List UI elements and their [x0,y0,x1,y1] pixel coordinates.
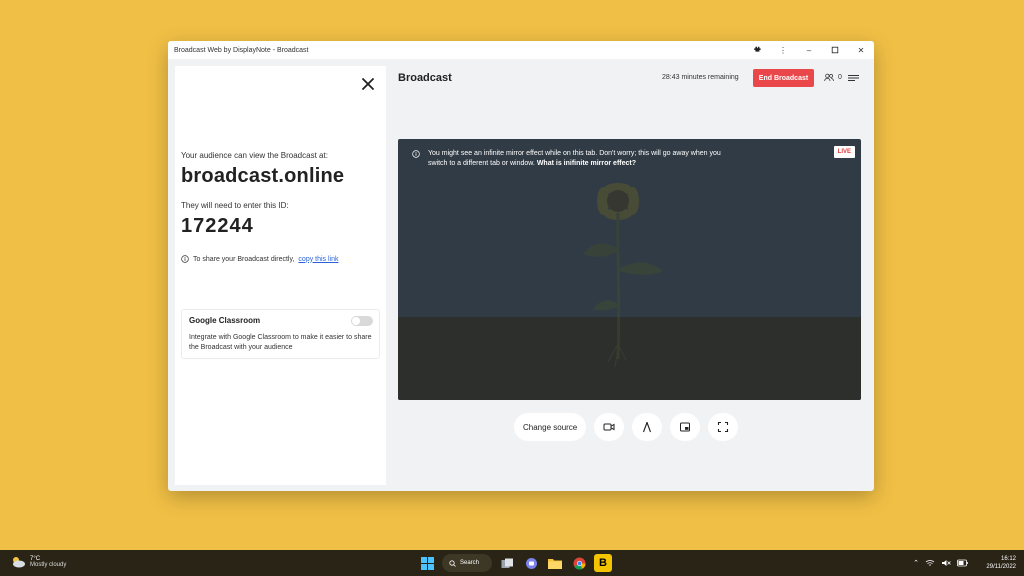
fullscreen-icon [718,421,729,433]
audience-label: Your audience can view the Broadcast at: [181,151,328,160]
app-window: Broadcast Web by DisplayNote - Broadcast… [168,41,874,491]
google-classroom-card: Google Classroom Integrate with Google C… [181,309,380,359]
time-remaining: 28:43 minutes remaining [662,74,739,81]
chevron-up-icon[interactable]: ⌃ [913,559,919,567]
cloudy-icon [13,557,25,568]
google-classroom-title: Google Classroom [189,316,261,325]
clock[interactable]: 16:12 29/11/2022 [986,555,1016,571]
mirror-effect-link[interactable]: What is inifinite mirror effect? [537,160,636,167]
battery-icon[interactable] [957,559,968,567]
camera-button[interactable] [594,413,625,441]
volume-muted-icon[interactable] [941,559,951,567]
taskbar-apps: Search B [418,554,612,572]
compass-icon [643,422,652,433]
id-label: They will need to enter this ID: [181,201,289,210]
wifi-icon[interactable] [925,559,935,567]
end-broadcast-button[interactable]: End Broadcast [753,69,814,87]
weather-text: Mostly cloudy [30,562,67,568]
sunflower-image [583,183,663,368]
google-classroom-description: Integrate with Google Classroom to make … [189,334,372,351]
chat-icon[interactable] [522,554,540,572]
info-icon [181,255,189,263]
people-icon [824,73,834,82]
preview-controls: Change source [514,413,739,441]
share-line: To share your Broadcast directly, copy t… [181,255,339,263]
broadcast-preview: You might see an infinite mirror effect … [398,139,861,400]
weather-widget[interactable]: 7°C Mostly cloudy [10,555,66,569]
audience-count-value: 0 [838,74,842,81]
file-explorer-icon[interactable] [546,554,564,572]
audience-count[interactable]: 0 [824,73,842,82]
picture-in-picture-button[interactable] [670,413,701,441]
taskbar-search[interactable]: Search [442,554,492,572]
broadcast-url: broadcast.online [181,165,345,187]
google-classroom-toggle[interactable] [351,316,373,326]
page-title: Broadcast [398,72,452,84]
broadcast-id: 172244 [181,215,254,237]
mirror-notice: You might see an infinite mirror effect … [412,149,722,169]
date: 29/11/2022 [986,564,1016,570]
fullscreen-button[interactable] [708,413,739,441]
search-label: Search [460,560,480,566]
extension-icon[interactable] [744,41,770,59]
notice-text: You might see an infinite mirror effect … [428,149,722,169]
maximize-button[interactable] [822,41,848,59]
windows-start-icon[interactable] [418,554,436,572]
task-view-icon[interactable] [498,554,516,572]
close-panel-icon[interactable] [361,77,375,91]
change-source-button[interactable]: Change source [514,413,587,441]
search-icon [449,559,456,567]
system-tray[interactable]: ⌃ [913,559,968,567]
minimize-button[interactable]: – [796,41,822,59]
close-window-button[interactable]: ✕ [848,41,874,59]
picture-in-picture-icon [680,422,691,432]
share-panel: Your audience can view the Broadcast at:… [175,66,386,485]
titlebar: Broadcast Web by DisplayNote - Broadcast… [168,41,874,59]
taskbar: 7°C Mostly cloudy Search B ⌃ 16:12 29/11… [0,550,1024,576]
info-icon [412,150,420,158]
broadcast-app-icon[interactable]: B [594,554,612,572]
more-options-icon[interactable]: ⋮ [770,41,796,59]
menu-icon[interactable] [848,74,859,82]
time: 16:12 [1000,556,1016,562]
camera-icon [603,423,615,431]
copy-link[interactable]: copy this link [298,256,338,263]
chrome-icon[interactable] [570,554,588,572]
live-badge: LIVE [833,146,855,158]
annotate-button[interactable] [632,413,663,441]
share-text: To share your Broadcast directly, [193,255,295,263]
window-title: Broadcast Web by DisplayNote - Broadcast [174,46,309,54]
